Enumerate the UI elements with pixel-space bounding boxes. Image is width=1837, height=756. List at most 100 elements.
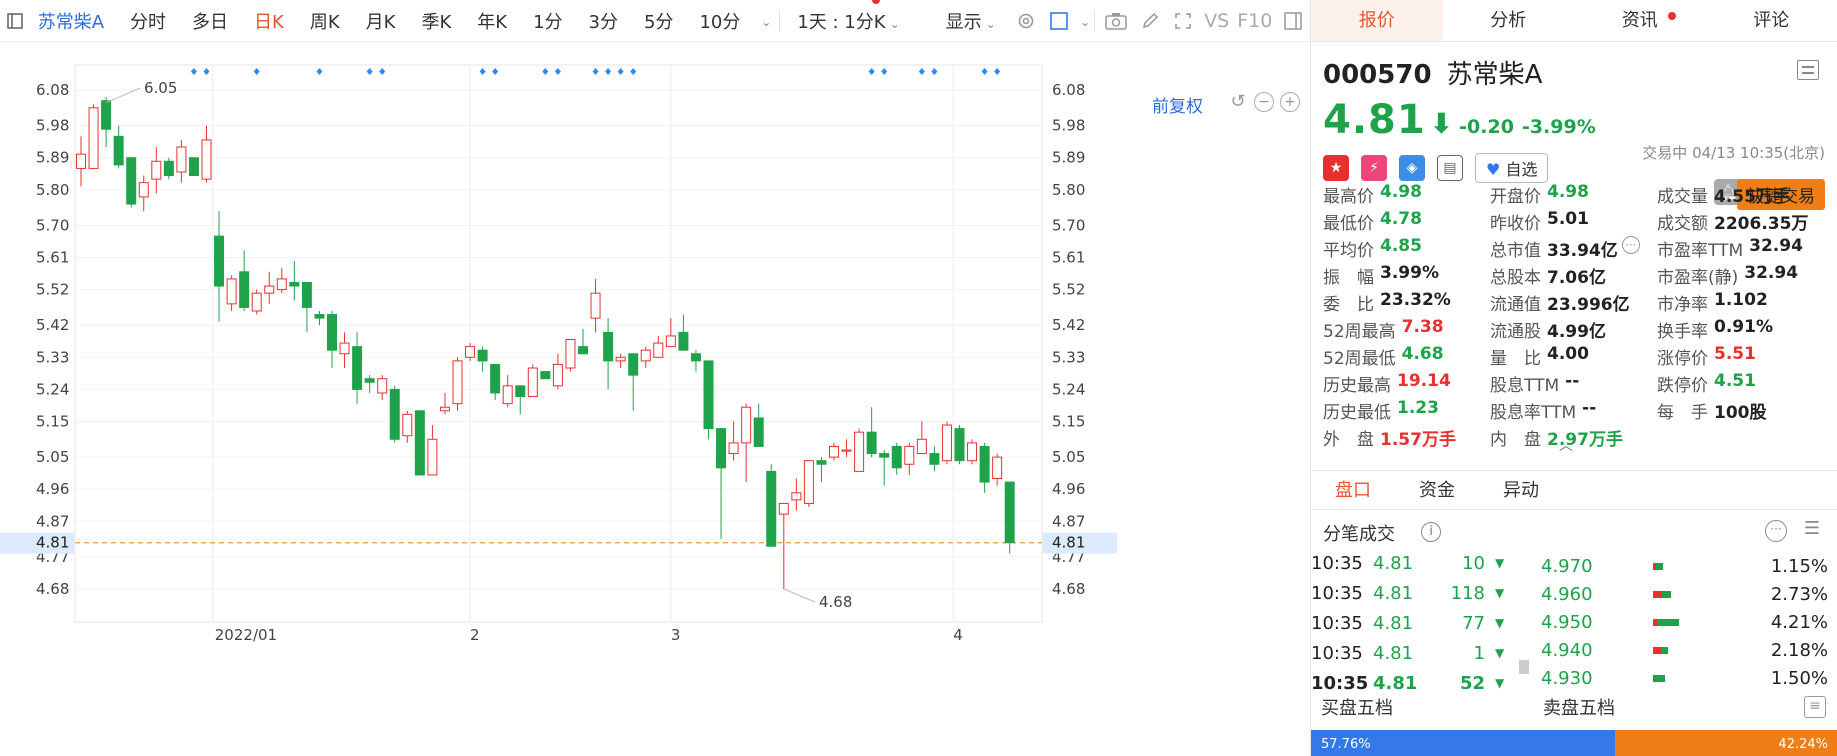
lightning-icon[interactable]: ⚡ bbox=[1361, 155, 1387, 181]
color-square-icon[interactable] bbox=[1046, 7, 1072, 35]
note-icon[interactable]: ▤ bbox=[1437, 155, 1463, 181]
candle-body[interactable] bbox=[201, 139, 212, 180]
candle-body[interactable] bbox=[766, 470, 777, 547]
display-select[interactable]: 显示 ⌄ bbox=[933, 8, 1009, 34]
candle-body[interactable] bbox=[163, 160, 174, 177]
candle-body[interactable] bbox=[439, 406, 450, 412]
event-marker-icon[interactable] bbox=[981, 68, 988, 75]
expand-icon[interactable] bbox=[1170, 7, 1196, 35]
candle-body[interactable] bbox=[879, 453, 890, 458]
candle-body[interactable] bbox=[327, 314, 337, 351]
event-marker-icon[interactable] bbox=[881, 68, 888, 75]
panel-tab[interactable]: 评论 bbox=[1706, 0, 1837, 41]
candle-body[interactable] bbox=[904, 445, 915, 465]
candle-body[interactable] bbox=[301, 281, 312, 308]
event-marker-icon[interactable] bbox=[931, 68, 938, 75]
candle-body[interactable] bbox=[88, 107, 99, 169]
candle-body[interactable] bbox=[101, 100, 112, 130]
event-marker-icon[interactable] bbox=[592, 68, 599, 75]
event-marker-icon[interactable] bbox=[253, 68, 260, 75]
range-select[interactable]: 1天 : 1分K ⌄ bbox=[784, 0, 912, 34]
panel-toggle-icon[interactable] bbox=[1280, 7, 1306, 35]
candle-body[interactable] bbox=[339, 342, 350, 355]
candle-body[interactable] bbox=[352, 346, 363, 390]
candle-body[interactable] bbox=[389, 388, 400, 440]
period-tab[interactable]: 多日 bbox=[179, 8, 241, 34]
candle-body[interactable] bbox=[992, 456, 1003, 480]
interval-dropdown-caret[interactable]: ⌄ bbox=[753, 10, 775, 31]
candle-body[interactable] bbox=[803, 460, 814, 504]
candle-body[interactable] bbox=[176, 146, 187, 173]
event-marker-icon[interactable] bbox=[366, 68, 373, 75]
reset-icon[interactable]: ↺ bbox=[1228, 92, 1248, 112]
candle-body[interactable] bbox=[527, 367, 538, 398]
candle-body[interactable] bbox=[1004, 481, 1015, 544]
candle-body[interactable] bbox=[151, 160, 162, 180]
candle-body[interactable] bbox=[113, 135, 124, 166]
candle-body[interactable] bbox=[829, 445, 839, 458]
candle-body[interactable] bbox=[402, 413, 413, 437]
event-marker-icon[interactable] bbox=[918, 68, 925, 75]
candle-body[interactable] bbox=[653, 342, 664, 358]
candle-body[interactable] bbox=[615, 356, 626, 362]
candle-body[interactable] bbox=[126, 157, 137, 205]
stock-name-tab[interactable]: 苏常柴A bbox=[32, 8, 117, 34]
candle-body[interactable] bbox=[816, 460, 827, 465]
event-marker-icon[interactable] bbox=[190, 68, 197, 75]
kline-chart[interactable]: 6.08 6.08 5.98 5.98 5.89 5.89 5.80 5.80 5.70 5.70… bbox=[0, 42, 1310, 756]
vs-icon[interactable]: VS bbox=[1204, 7, 1229, 35]
event-marker-icon[interactable] bbox=[617, 68, 624, 75]
event-marker-icon[interactable] bbox=[203, 68, 210, 75]
candle-body[interactable] bbox=[941, 424, 952, 462]
candle-body[interactable] bbox=[778, 502, 789, 515]
event-marker-icon[interactable] bbox=[316, 68, 323, 75]
f10-icon[interactable]: F10 bbox=[1237, 7, 1272, 35]
zoom-out-icon[interactable]: − bbox=[1254, 92, 1274, 112]
panel-tab[interactable]: 资讯 bbox=[1574, 0, 1706, 41]
period-tab[interactable]: 1分 bbox=[520, 8, 575, 34]
event-marker-icon[interactable] bbox=[605, 68, 612, 75]
period-tab[interactable]: 日K bbox=[241, 8, 297, 34]
candle-body[interactable] bbox=[665, 335, 676, 348]
candle-body[interactable] bbox=[214, 235, 225, 287]
candle-body[interactable] bbox=[314, 314, 325, 319]
candle-body[interactable] bbox=[954, 428, 965, 462]
period-tab[interactable]: 5分 bbox=[631, 8, 686, 34]
candle-body[interactable] bbox=[841, 449, 852, 452]
china-flag-icon[interactable]: ★ bbox=[1323, 155, 1349, 181]
period-tab[interactable]: 年K bbox=[464, 8, 520, 34]
candle-body[interactable] bbox=[791, 492, 802, 501]
period-tab[interactable]: 分时 bbox=[117, 8, 179, 34]
candle-body[interactable] bbox=[239, 271, 250, 308]
add-watchlist-button[interactable]: ♥ 自选 bbox=[1475, 153, 1549, 183]
candle-body[interactable] bbox=[490, 363, 501, 394]
candle-body[interactable] bbox=[967, 442, 978, 462]
candle-body[interactable] bbox=[540, 371, 551, 380]
candle-body[interactable] bbox=[264, 285, 275, 294]
event-marker-icon[interactable] bbox=[379, 68, 386, 75]
candle-body[interactable] bbox=[866, 431, 877, 455]
kline-chart-svg[interactable]: 6.08 6.08 5.98 5.98 5.89 5.89 5.80 5.80 5.70 5.70… bbox=[0, 42, 1310, 756]
candle-body[interactable] bbox=[452, 360, 463, 405]
menu-icon[interactable] bbox=[1797, 60, 1819, 80]
period-tab[interactable]: 周K bbox=[297, 8, 353, 34]
candle-body[interactable] bbox=[590, 292, 601, 319]
panel-tab[interactable]: 分析 bbox=[1443, 0, 1575, 41]
event-marker-icon[interactable] bbox=[630, 68, 637, 75]
event-marker-icon[interactable] bbox=[479, 68, 486, 75]
candle-body[interactable] bbox=[854, 431, 865, 472]
candle-body[interactable] bbox=[427, 438, 438, 476]
candle-body[interactable] bbox=[465, 346, 476, 358]
candle-body[interactable] bbox=[979, 445, 990, 483]
candle-body[interactable] bbox=[414, 410, 425, 476]
event-marker-icon[interactable] bbox=[554, 68, 561, 75]
candle-body[interactable] bbox=[690, 353, 701, 362]
candle-body[interactable] bbox=[728, 442, 739, 455]
candle-body[interactable] bbox=[916, 438, 927, 455]
period-tab[interactable]: 3分 bbox=[576, 8, 631, 34]
candle-body[interactable] bbox=[716, 428, 727, 469]
candle-body[interactable] bbox=[477, 349, 488, 362]
sub-tab[interactable]: 异动 bbox=[1479, 471, 1563, 509]
candle-body[interactable] bbox=[502, 385, 513, 405]
sub-tab[interactable]: 资金 bbox=[1395, 471, 1479, 509]
